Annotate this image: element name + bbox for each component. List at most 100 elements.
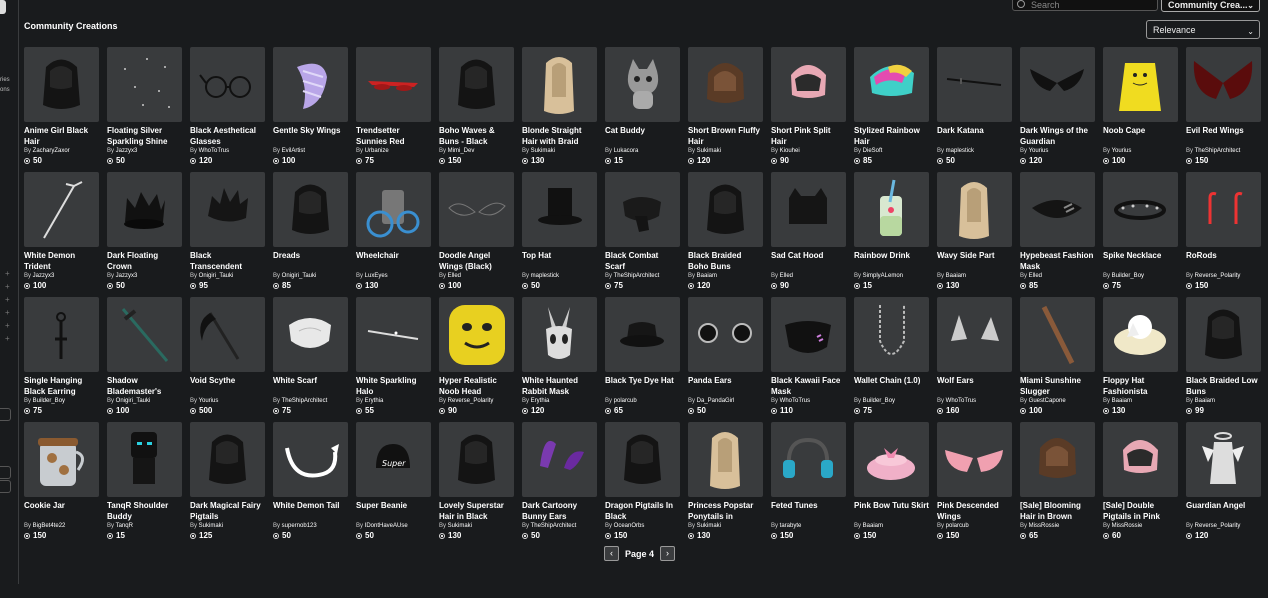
catalog-item[interactable]: RoRods By Reverse_Polarity 150 [1186, 172, 1261, 292]
catalog-item[interactable]: Wolf Ears By WhoToTrus 160 [937, 297, 1012, 417]
item-thumbnail[interactable] [688, 172, 763, 247]
item-thumbnail[interactable] [107, 47, 182, 122]
item-thumbnail[interactable] [771, 172, 846, 247]
catalog-item[interactable]: Black Aesthetical Glasses By WhoToTrus 1… [190, 47, 265, 167]
catalog-item[interactable]: Boho Waves & Buns - Black By Mimi_Dev 15… [439, 47, 514, 167]
catalog-item[interactable]: Dark Katana By maplestick 50 [937, 47, 1012, 167]
catalog-item[interactable]: Rainbow Drink By SimplyALemon 15 [854, 172, 929, 292]
creator-link[interactable]: Reverse_Polarity [448, 398, 494, 404]
item-thumbnail[interactable] [1103, 47, 1178, 122]
creator-link[interactable]: Yourius [199, 398, 219, 404]
creator-link[interactable]: polarcub [946, 523, 969, 529]
item-thumbnail[interactable] [1103, 297, 1178, 372]
item-name[interactable]: Spike Necklace [1103, 250, 1178, 272]
item-name[interactable]: Trendsetter Sunnies Red [356, 125, 431, 147]
sidebar-label[interactable]: ons [0, 85, 18, 95]
catalog-item[interactable]: White Sparkling Halo By Erythia 55 [356, 297, 431, 417]
creator-link[interactable]: maplestick [946, 148, 974, 154]
sidebar-input[interactable] [0, 408, 11, 421]
item-name[interactable]: Guardian Angel [1186, 500, 1261, 522]
item-name[interactable]: Shadow Blademaster's [107, 375, 182, 397]
catalog-item[interactable]: Dreads By Onigiri_Tauki 85 [273, 172, 348, 292]
item-name[interactable]: Black Transcendent [190, 250, 265, 272]
catalog-item[interactable]: Black Tye Dye Hat By polarcub 65 [605, 297, 680, 417]
item-thumbnail[interactable] [439, 172, 514, 247]
item-name[interactable]: [Sale] Double Pigtails in Pink [1103, 500, 1178, 522]
item-thumbnail[interactable] [439, 422, 514, 497]
catalog-item[interactable]: Spike Necklace By Builder_Boy 75 [1103, 172, 1178, 292]
creator-link[interactable]: Onigiri_Tauki [282, 273, 317, 279]
sidebar-input[interactable] [0, 466, 11, 479]
item-thumbnail[interactable] [107, 422, 182, 497]
creator-link[interactable]: Baaiam [946, 273, 966, 279]
item-name[interactable]: Black Braided Boho Buns [688, 250, 763, 272]
catalog-item[interactable]: Black Transcendent By Onigiri_Tauki 95 [190, 172, 265, 292]
item-name[interactable]: Wavy Side Part [937, 250, 1012, 272]
item-name[interactable]: Stylized Rainbow Hair [854, 125, 929, 147]
item-thumbnail[interactable] [1186, 47, 1261, 122]
item-name[interactable]: Black Kawaii Face Mask [771, 375, 846, 397]
item-name[interactable]: Short Pink Split Hair [771, 125, 846, 147]
creator-link[interactable]: TheShipArchitect [1195, 148, 1241, 154]
item-name[interactable]: Sad Cat Hood [771, 250, 846, 272]
creator-link[interactable]: Onigiri_Tauki [116, 398, 151, 404]
item-name[interactable]: Feted Tunes [771, 500, 846, 522]
item-thumbnail[interactable] [273, 297, 348, 372]
item-thumbnail[interactable] [688, 297, 763, 372]
catalog-item[interactable]: Dark Cartoony Bunny Ears By TheShipArchi… [522, 422, 597, 542]
catalog-item[interactable]: Wavy Side Part By Baaiam 130 [937, 172, 1012, 292]
catalog-item[interactable]: Anime Girl Black Hair By ZacharyZaxor 50 [24, 47, 99, 167]
item-thumbnail[interactable] [522, 172, 597, 247]
item-name[interactable]: Cookie Jar [24, 500, 99, 522]
creator-link[interactable]: WhoToTrus [946, 398, 976, 404]
expand-icon[interactable]: + [5, 270, 11, 278]
creator-link[interactable]: Builder_Boy [863, 398, 895, 404]
item-thumbnail[interactable] [854, 422, 929, 497]
catalog-item[interactable]: Noob Cape By Yourius 100 [1103, 47, 1178, 167]
catalog-item[interactable]: Dragon Pigtails In Black By OceanOrbs 15… [605, 422, 680, 542]
item-thumbnail[interactable] [937, 297, 1012, 372]
item-name[interactable]: Hypebeast Fashion Mask [1020, 250, 1095, 272]
item-thumbnail[interactable] [605, 297, 680, 372]
item-name[interactable]: TanqR Shoulder Buddy [107, 500, 182, 522]
item-name[interactable]: White Sparkling Halo [356, 375, 431, 397]
item-thumbnail[interactable] [439, 297, 514, 372]
expand-icon[interactable]: + [5, 322, 11, 330]
item-name[interactable]: Super Beanie [356, 500, 431, 522]
creator-link[interactable]: Baaiam [1112, 398, 1132, 404]
catalog-item[interactable]: Blonde Straight Hair with Braid By Sukim… [522, 47, 597, 167]
sidebar-input[interactable] [0, 480, 11, 493]
catalog-item[interactable]: Pink Bow Tutu Skirt By Baaiam 150 [854, 422, 929, 542]
item-name[interactable]: Black Tye Dye Hat [605, 375, 680, 397]
creator-link[interactable]: Baaiam [697, 273, 717, 279]
item-thumbnail[interactable] [273, 172, 348, 247]
item-name[interactable]: RoRods [1186, 250, 1261, 272]
catalog-item[interactable]: Lovely Superstar Hair in Black By Sukima… [439, 422, 514, 542]
creator-link[interactable]: MissRossie [1112, 523, 1143, 529]
catalog-item[interactable]: Stylized Rainbow Hair By DieSoft 85 [854, 47, 929, 167]
creator-link[interactable]: Yourius [1112, 148, 1132, 154]
item-thumbnail[interactable] [771, 422, 846, 497]
creator-link[interactable]: Yourius [1029, 148, 1049, 154]
item-thumbnail[interactable] [1186, 297, 1261, 372]
item-name[interactable]: Black Combat Scarf [605, 250, 680, 272]
catalog-item[interactable]: Feted Tunes By tarabyte 150 [771, 422, 846, 542]
item-thumbnail[interactable] [1020, 47, 1095, 122]
catalog-item[interactable]: Panda Ears By Da_PandaGirl 50 [688, 297, 763, 417]
creator-link[interactable]: Reverse_Polarity [1195, 523, 1241, 529]
creator-link[interactable]: Elled [1029, 273, 1042, 279]
item-thumbnail[interactable] [356, 172, 431, 247]
item-name[interactable]: Wolf Ears [937, 375, 1012, 397]
creator-link[interactable]: Sukimaki [697, 523, 721, 529]
item-name[interactable]: Dragon Pigtails In Black [605, 500, 680, 522]
catalog-item[interactable]: Dark Floating Crown By Jazzyx3 50 [107, 172, 182, 292]
catalog-item[interactable]: Shadow Blademaster's By Onigiri_Tauki 10… [107, 297, 182, 417]
item-name[interactable]: Lovely Superstar Hair in Black [439, 500, 514, 522]
creator-link[interactable]: Builder_Boy [33, 398, 65, 404]
expand-icon[interactable]: + [5, 309, 11, 317]
catalog-item[interactable]: Dark Magical Fairy Pigtails By Sukimaki … [190, 422, 265, 542]
creator-link[interactable]: Jazzyx3 [116, 273, 138, 279]
item-thumbnail[interactable] [605, 172, 680, 247]
item-thumbnail[interactable] [605, 47, 680, 122]
item-thumbnail[interactable] [439, 47, 514, 122]
